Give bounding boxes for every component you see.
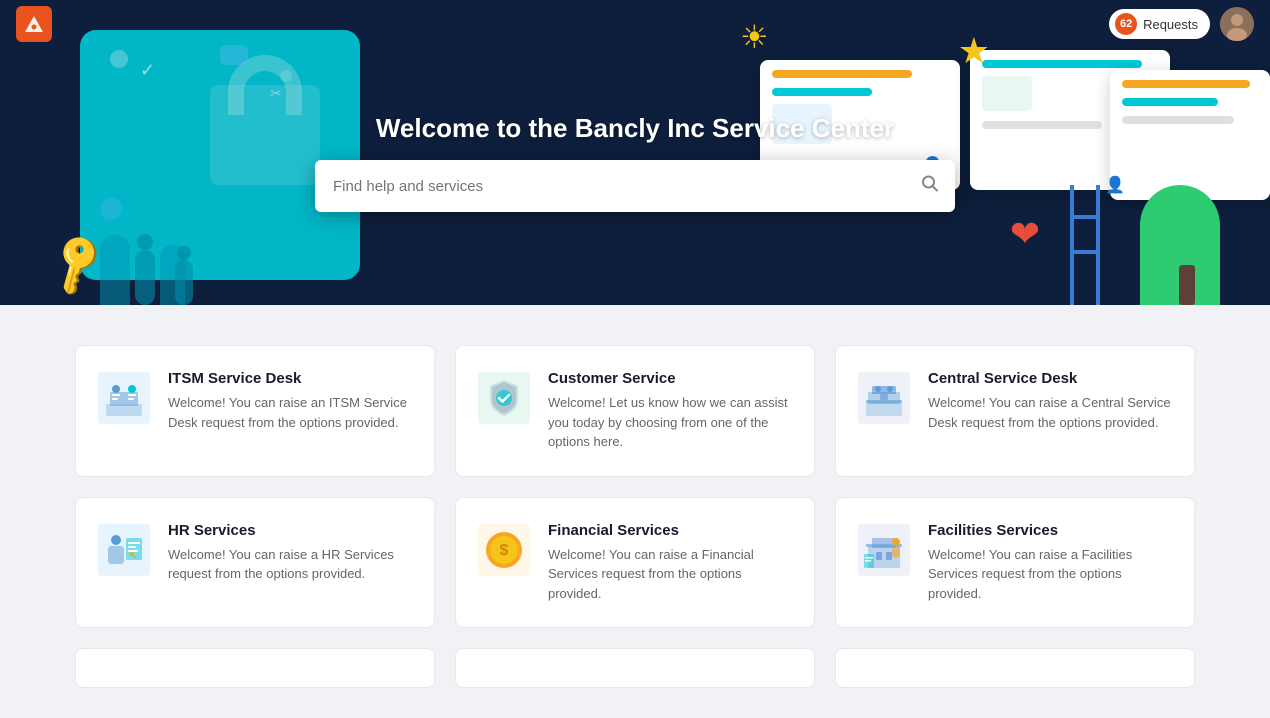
central-description: Welcome! You can raise a Central Service…: [928, 393, 1174, 432]
itsm-description: Welcome! You can raise an ITSM Service D…: [168, 393, 414, 432]
birds-decoration: 〜 〜 〜: [890, 55, 966, 70]
financial-description: Welcome! You can raise a Financial Servi…: [548, 545, 794, 604]
hr-description: Welcome! You can raise a HR Services req…: [168, 545, 414, 584]
hr-card-text: HR Services Welcome! You can raise a HR …: [168, 522, 414, 584]
facilities-icon: [856, 522, 912, 578]
svg-text:$: $: [500, 542, 509, 559]
service-card-customer[interactable]: Customer Service Welcome! Let us know ho…: [455, 345, 815, 477]
facilities-title: Facilities Services: [928, 522, 1174, 539]
deco-card-2: [970, 50, 1170, 190]
requests-label: Requests: [1143, 17, 1198, 32]
customer-card-text: Customer Service Welcome! Let us know ho…: [548, 370, 794, 452]
requests-button[interactable]: 62 Requests: [1109, 9, 1210, 39]
ladder-decoration: [1070, 185, 1100, 305]
service-card-facilities[interactable]: Facilities Services Welcome! You can rai…: [835, 497, 1195, 629]
topbar-right: 62 Requests: [1109, 7, 1254, 41]
app-logo[interactable]: [16, 6, 52, 42]
search-container: [315, 160, 955, 212]
partial-card-3[interactable]: [835, 648, 1195, 688]
financial-card-text: Financial Services Welcome! You can rais…: [548, 522, 794, 604]
hr-icon: [96, 522, 152, 578]
partial-card-1[interactable]: [75, 648, 435, 688]
bottom-partial-row: [75, 648, 1195, 688]
central-icon: [856, 370, 912, 426]
itsm-title: ITSM Service Desk: [168, 370, 414, 387]
service-card-financial[interactable]: $ Financial Services Welcome! You can ra…: [455, 497, 815, 629]
service-card-hr[interactable]: HR Services Welcome! You can raise a HR …: [75, 497, 435, 629]
deco-card-3: [1110, 70, 1270, 200]
central-title: Central Service Desk: [928, 370, 1174, 387]
main-content: ITSM Service Desk Welcome! You can raise…: [55, 305, 1215, 718]
search-input[interactable]: [315, 160, 955, 212]
services-grid: ITSM Service Desk Welcome! You can raise…: [75, 345, 1195, 628]
itsm-icon: [96, 370, 152, 426]
requests-count-badge: 62: [1115, 13, 1137, 35]
heart-decoration: ❤: [1010, 213, 1040, 255]
tree-decoration: [1140, 185, 1220, 305]
hero-section: 62 Requests ✓ ✂: [0, 0, 1270, 305]
user-avatar[interactable]: [1220, 7, 1254, 41]
service-card-itsm[interactable]: ITSM Service Desk Welcome! You can raise…: [75, 345, 435, 477]
hero-center: Welcome to the Bancly Inc Service Center: [315, 113, 955, 212]
partial-card-2[interactable]: [455, 648, 815, 688]
itsm-card-text: ITSM Service Desk Welcome! You can raise…: [168, 370, 414, 432]
hero-title: Welcome to the Bancly Inc Service Center: [315, 113, 955, 144]
key-decoration: 🔑: [41, 228, 114, 300]
service-card-central[interactable]: Central Service Desk Welcome! You can ra…: [835, 345, 1195, 477]
financial-title: Financial Services: [548, 522, 794, 539]
customer-description: Welcome! Let us know how we can assist y…: [548, 393, 794, 452]
customer-icon: [476, 370, 532, 426]
topbar: 62 Requests: [0, 0, 1270, 48]
search-icon: [921, 175, 939, 193]
customer-title: Customer Service: [548, 370, 794, 387]
central-card-text: Central Service Desk Welcome! You can ra…: [928, 370, 1174, 432]
facilities-description: Welcome! You can raise a Facilities Serv…: [928, 545, 1174, 604]
financial-icon: $: [476, 522, 532, 578]
hr-title: HR Services: [168, 522, 414, 539]
facilities-card-text: Facilities Services Welcome! You can rai…: [928, 522, 1174, 604]
search-button[interactable]: [917, 171, 943, 202]
